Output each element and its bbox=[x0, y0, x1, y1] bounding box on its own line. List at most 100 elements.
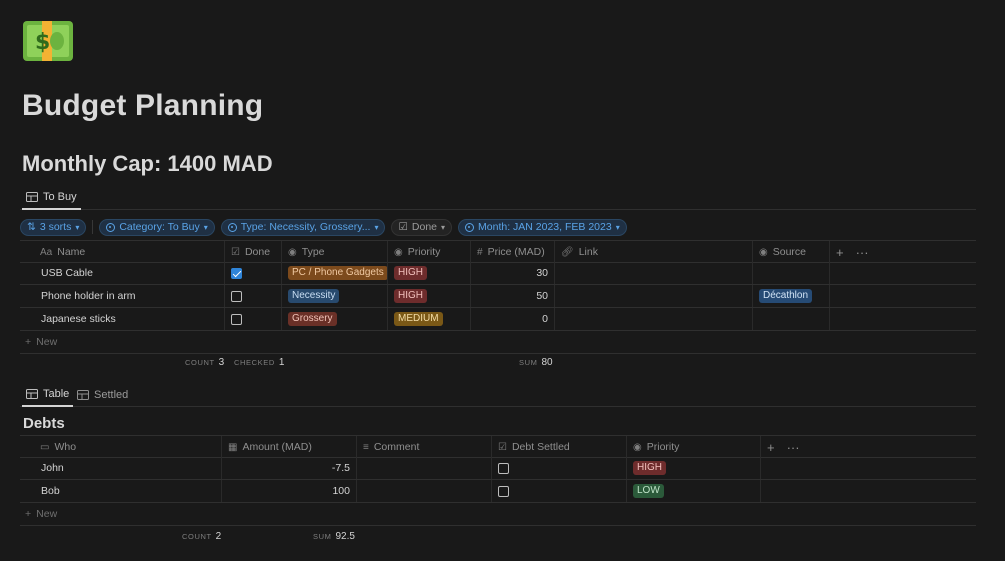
cell-link[interactable] bbox=[555, 308, 753, 330]
column-header-priority[interactable]: ◉ Priority bbox=[388, 241, 471, 263]
checked-calculation[interactable]: CHECKED 1 bbox=[234, 357, 284, 368]
column-header-priority[interactable]: ◉ Priority bbox=[627, 436, 761, 458]
cell-type[interactable]: Necessity bbox=[282, 285, 388, 307]
cell-source[interactable] bbox=[753, 262, 830, 284]
column-header-source[interactable]: ◉ Source bbox=[753, 241, 830, 263]
new-row-button[interactable]: + New bbox=[20, 503, 976, 526]
checkbox-unchecked[interactable] bbox=[498, 462, 509, 474]
type-tag: Grossery bbox=[288, 312, 337, 326]
select-property-icon bbox=[227, 222, 237, 232]
cell-debt-settled[interactable] bbox=[492, 480, 627, 502]
cell-who[interactable]: Bob bbox=[20, 480, 222, 502]
checkbox-unchecked[interactable] bbox=[498, 485, 509, 497]
cell-who[interactable]: John bbox=[20, 457, 222, 479]
cell-price[interactable]: 0 bbox=[471, 308, 555, 330]
cell-priority[interactable]: LOW bbox=[627, 480, 761, 502]
count-calculation[interactable]: COUNT 3 bbox=[185, 357, 224, 368]
cell-amount[interactable]: -7.5 bbox=[222, 457, 357, 479]
column-header-comment[interactable]: ≡ Comment bbox=[357, 436, 492, 458]
cell-source[interactable] bbox=[753, 308, 830, 330]
checkbox-property-icon: ☑ bbox=[231, 246, 240, 258]
header-actions: + ··· bbox=[830, 241, 890, 263]
tab-settled[interactable]: Settled bbox=[73, 383, 132, 407]
more-options-icon[interactable]: ··· bbox=[787, 440, 800, 455]
chevron-down-icon: ▾ bbox=[75, 222, 80, 232]
cell-price[interactable]: 30 bbox=[471, 262, 555, 284]
cell-type[interactable]: PC / Phone Gadgets bbox=[282, 262, 388, 284]
done-filter-chip[interactable]: ☑ Done ▾ bbox=[391, 218, 453, 236]
tab-table[interactable]: Table bbox=[22, 383, 74, 407]
sort-icon: ⇅ bbox=[27, 221, 36, 233]
cell-done[interactable] bbox=[225, 262, 282, 284]
sum-calculation[interactable]: SUM 80 bbox=[519, 357, 553, 368]
cell-price[interactable]: 50 bbox=[471, 285, 555, 307]
table-header-row: Aa Name ☑ Done ◉ Type ◉ Priority # Price (MAD… bbox=[20, 240, 976, 263]
category-filter-chip[interactable]: Category: To Buy ▾ bbox=[99, 218, 215, 236]
cell-source[interactable]: Décathlon bbox=[753, 285, 830, 307]
to-buy-view-tabs: To Buy bbox=[20, 186, 976, 210]
chevron-down-icon: ▾ bbox=[615, 222, 620, 232]
priority-tag: LOW bbox=[633, 484, 664, 498]
cell-done[interactable] bbox=[225, 308, 282, 330]
new-row-button[interactable]: + New bbox=[20, 331, 976, 354]
cell-comment[interactable] bbox=[357, 457, 492, 479]
cell-link[interactable] bbox=[555, 285, 753, 307]
add-property-icon[interactable]: + bbox=[767, 440, 775, 455]
page-title: Budget Planning bbox=[22, 89, 264, 122]
source-tag: Décathlon bbox=[759, 289, 813, 303]
checkbox-unchecked[interactable] bbox=[231, 290, 242, 302]
cell-priority[interactable]: HIGH bbox=[627, 457, 761, 479]
cell-comment[interactable] bbox=[357, 480, 492, 502]
cell-done[interactable] bbox=[225, 285, 282, 307]
svg-text:$: $ bbox=[35, 30, 50, 55]
type-tag: Necessity bbox=[288, 289, 340, 303]
cell-name[interactable]: USB Cable bbox=[20, 262, 225, 284]
cell-type[interactable]: Grossery bbox=[282, 308, 388, 330]
formula-icon: ▦ bbox=[228, 441, 238, 453]
column-header-debt-settled[interactable]: ☑ Debt Settled bbox=[492, 436, 627, 458]
column-header-amount[interactable]: ▦ Amount (MAD) bbox=[222, 436, 357, 458]
table-row[interactable]: USB Cable PC / Phone Gadgets HIGH 30 bbox=[20, 262, 976, 285]
cell-priority[interactable]: HIGH bbox=[388, 262, 471, 284]
cell-debt-settled[interactable] bbox=[492, 457, 627, 479]
month-filter-chip[interactable]: Month: JAN 2023, FEB 2023 ▾ bbox=[458, 218, 627, 236]
to-buy-table: Aa Name ☑ Done ◉ Type ◉ Priority # Price (MAD… bbox=[20, 240, 976, 375]
table-icon bbox=[77, 390, 89, 400]
checkbox-unchecked[interactable] bbox=[231, 313, 242, 325]
title-property-icon: ▭ bbox=[40, 441, 50, 453]
sum-calculation[interactable]: SUM 92.5 bbox=[313, 531, 355, 542]
cell-priority[interactable]: HIGH bbox=[388, 285, 471, 307]
sorts-chip[interactable]: ⇅ 3 sorts ▾ bbox=[20, 218, 87, 236]
cell-name[interactable]: Japanese sticks bbox=[20, 308, 225, 330]
banknote-icon[interactable]: $ bbox=[22, 20, 74, 62]
cell-amount[interactable]: 100 bbox=[222, 480, 357, 502]
debts-view-tabs: Table Settled bbox=[20, 383, 976, 407]
table-row[interactable]: John -7.5 HIGH bbox=[20, 457, 976, 480]
table-header-row: ▭ Who ▦ Amount (MAD) ≡ Comment ☑ Debt Settle… bbox=[20, 435, 976, 458]
column-header-link[interactable]: 🔗︎ Link bbox=[555, 241, 753, 263]
header-actions: + ··· bbox=[761, 436, 821, 458]
table-row[interactable]: Japanese sticks Grossery MEDIUM 0 bbox=[20, 308, 976, 331]
column-header-done[interactable]: ☑ Done bbox=[225, 241, 282, 263]
count-calculation[interactable]: COUNT 2 bbox=[182, 531, 221, 542]
cell-name[interactable]: Phone holder in arm bbox=[20, 285, 225, 307]
column-header-type[interactable]: ◉ Type bbox=[282, 241, 388, 263]
column-header-who[interactable]: ▭ Who bbox=[20, 436, 222, 458]
more-options-icon[interactable]: ··· bbox=[856, 245, 869, 260]
type-filter-chip[interactable]: Type: Necessity, Grossery... ▾ bbox=[220, 218, 386, 236]
checkbox-checked[interactable] bbox=[231, 267, 242, 279]
tab-to-buy[interactable]: To Buy bbox=[22, 186, 81, 210]
column-header-price[interactable]: # Price (MAD) bbox=[471, 241, 555, 263]
select-property-icon bbox=[465, 222, 475, 232]
table-row[interactable]: Bob 100 LOW bbox=[20, 480, 976, 503]
add-property-icon[interactable]: + bbox=[836, 245, 844, 260]
table-row[interactable]: Phone holder in arm Necessity HIGH 50 Dé… bbox=[20, 285, 976, 308]
priority-tag: MEDIUM bbox=[394, 312, 443, 326]
select-property-icon: ◉ bbox=[394, 246, 403, 258]
cell-priority[interactable]: MEDIUM bbox=[388, 308, 471, 330]
filter-bar: ⇅ 3 sorts ▾ Category: To Buy ▾ Type: Nec… bbox=[20, 218, 627, 236]
select-property-icon: ◉ bbox=[633, 441, 642, 453]
cell-link[interactable] bbox=[555, 262, 753, 284]
column-header-name[interactable]: Aa Name bbox=[20, 241, 225, 263]
priority-tag: HIGH bbox=[633, 461, 666, 475]
